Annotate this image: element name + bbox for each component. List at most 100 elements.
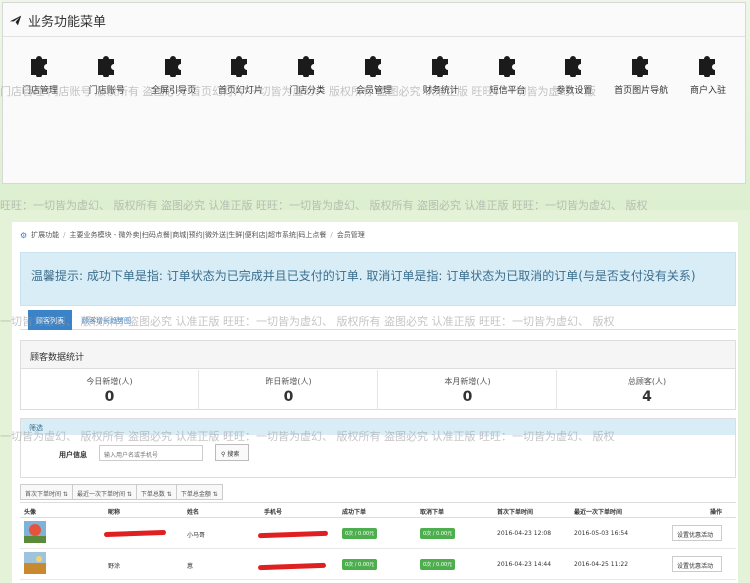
col-header: 昵称: [108, 509, 121, 516]
puzzle-icon: [365, 56, 381, 77]
stat-today: 今日新增(人) 0: [21, 370, 199, 410]
breadcrumb-item[interactable]: 主要业务模块 - 微外卖|扫码点餐|商城|预约|微外送|生鲜|便利店|超市系统|…: [70, 230, 327, 240]
set-promotion-button[interactable]: 设置优惠活动: [672, 525, 722, 541]
first-order-time: 2016-04-23 14:44: [497, 561, 552, 568]
plane-icon: [9, 15, 22, 26]
member-management-panel: ⚙ 扩展功能 / 主要业务模块 - 微外卖|扫码点餐|商城|预约|微外送|生鲜|…: [12, 222, 738, 583]
gear-icon: ⚙: [20, 230, 28, 240]
stat-value: 0: [283, 389, 294, 405]
customer-stats-panel: 顾客数据统计 今日新增(人) 0 昨日新增(人) 0 本月新增(人) 0 总顾客…: [20, 340, 736, 410]
stat-label: 今日新增(人): [86, 377, 133, 386]
menu-item-label: 门店管理: [21, 86, 58, 96]
menu-panel-title-text: 业务功能菜单: [28, 15, 107, 30]
tab-customer-list[interactable]: 顾客列表: [28, 310, 72, 330]
redacted-phone: [257, 562, 327, 571]
menu-item[interactable]: 商户入驻: [675, 53, 741, 96]
menu-item[interactable]: 首页图片导航: [608, 53, 674, 96]
menu-panel-title: 业务功能菜单: [9, 11, 106, 30]
tab-bar: 顾客列表 顾客增长趋势图: [20, 306, 736, 330]
stat-label: 本月新增(人): [444, 377, 491, 386]
menu-item[interactable]: 门店分类: [274, 53, 340, 96]
redacted-nickname: [103, 529, 167, 538]
stat-yesterday: 昨日新增(人) 0: [200, 370, 378, 410]
breadcrumb: ⚙ 扩展功能 / 主要业务模块 - 微外卖|扫码点餐|商城|预约|微外送|生鲜|…: [20, 230, 365, 240]
stat-month: 本月新增(人) 0: [379, 370, 557, 410]
avatar: [24, 521, 46, 543]
table-row: 小马哥 0次 / 0.00元 0次 / 0.00元 2016-04-23 12:…: [20, 518, 736, 549]
search-button[interactable]: ⚲ 搜索: [215, 444, 249, 461]
sort-button-group: 首次下单时间 ⇅ 最近一次下单时间 ⇅ 下单总数 ⇅ 下单总金额 ⇅: [20, 484, 223, 500]
filter-title: 筛选: [21, 419, 735, 435]
sort-first-order-button[interactable]: 首次下单时间 ⇅: [20, 484, 73, 500]
menu-item-label: 首页幻灯片: [217, 86, 263, 96]
breadcrumb-item: 会员管理: [336, 231, 365, 239]
table-row: 野涂 蒽 0次 / 0.00元 0次 / 0.00元 2016-04-23 14…: [20, 549, 736, 580]
tip-text: 温馨提示: 成功下单是指: 订单状态为已完成并且已支付的订单. 取消订单是指: …: [31, 269, 696, 283]
sort-order-count-button[interactable]: 下单总数 ⇅: [135, 484, 177, 500]
menu-item[interactable]: 财务统计: [408, 53, 474, 96]
breadcrumb-separator: /: [63, 231, 66, 239]
menu-item-label: 财务统计: [422, 86, 459, 96]
sort-order-amount-button[interactable]: 下单总金额 ⇅: [175, 484, 223, 500]
stat-value: 0: [104, 389, 115, 405]
stat-value: 0: [462, 389, 473, 405]
stat-label: 昨日新增(人): [265, 377, 312, 386]
set-promotion-button[interactable]: 设置优惠活动: [672, 556, 722, 572]
redacted-phone: [257, 530, 329, 539]
menu-item-label: 商户入驻: [689, 86, 726, 96]
success-orders-badge: 0次 / 0.00元: [342, 528, 378, 539]
menu-item[interactable]: 参数设置: [541, 53, 607, 96]
stats-title: 顾客数据统计: [21, 341, 735, 369]
business-menu-panel: 业务功能菜单 门店管理 门店账号 全屏引导页 首页幻灯片 门店分类 会员管理 财务统计 短信平…: [2, 2, 746, 184]
user-search-input[interactable]: [99, 445, 203, 461]
breadcrumb-item[interactable]: 扩展功能: [31, 230, 59, 240]
col-header: 首次下单时间: [497, 509, 534, 516]
menu-item[interactable]: 门店管理: [7, 53, 73, 96]
sort-last-order-button[interactable]: 最近一次下单时间 ⇅: [71, 484, 137, 500]
stat-value: 4: [642, 389, 652, 405]
cancel-orders-badge: 0次 / 0.00元: [420, 559, 456, 570]
last-order-time: 2016-05-03 16:54: [574, 530, 629, 537]
menu-item[interactable]: 短信平台: [475, 53, 541, 96]
stat-label: 总顾客(人): [627, 377, 667, 386]
puzzle-icon: [431, 56, 448, 77]
col-header: 手机号: [264, 509, 283, 516]
menu-item[interactable]: 首页幻灯片: [207, 53, 273, 96]
first-order-time: 2016-04-23 12:08: [497, 530, 552, 537]
cancel-orders-badge: 0次 / 0.00元: [420, 528, 456, 539]
col-header: 成功下单: [342, 509, 367, 516]
puzzle-icon: [498, 56, 515, 77]
menu-item[interactable]: 会员管理: [341, 53, 407, 96]
stat-total: 总顾客(人) 4: [558, 370, 736, 410]
col-header: 头像: [24, 509, 37, 516]
puzzle-icon: [565, 56, 582, 77]
search-button-label: 搜索: [227, 451, 240, 458]
col-header: 操作: [710, 509, 723, 516]
tab-customer-growth[interactable]: 顾客增长趋势图: [74, 310, 139, 330]
puzzle-icon: [164, 56, 181, 77]
success-orders-badge: 0次 / 0.00元: [342, 559, 378, 570]
avatar: [24, 552, 46, 574]
puzzle-icon: [699, 56, 715, 77]
table-header-row: 头像 昵称 姓名 手机号 成功下单 取消下单 首次下单时间 最近一次下单时间 操…: [20, 502, 736, 518]
col-header: 姓名: [187, 509, 200, 516]
menu-item-label: 参数设置: [556, 86, 593, 96]
nickname-cell: 野涂: [108, 563, 121, 570]
menu-item-label: 全屏引导页: [151, 86, 197, 96]
name-cell: 蒽: [187, 563, 194, 570]
puzzle-icon: [97, 56, 114, 77]
menu-item-label: 会员管理: [355, 86, 392, 96]
menu-grid: 门店管理 门店账号 全屏引导页 首页幻灯片 门店分类 会员管理 财务统计 短信平台 参数设置 首页…: [3, 53, 747, 103]
menu-item[interactable]: 门店账号: [74, 53, 140, 96]
col-header: 最近一次下单时间: [574, 509, 623, 516]
menu-item-label: 短信平台: [489, 86, 526, 96]
divider: [3, 36, 745, 37]
filter-panel: 筛选 用户信息 ⚲ 搜索: [20, 418, 736, 478]
customer-table: 头像 昵称 姓名 手机号 成功下单 取消下单 首次下单时间 最近一次下单时间 操…: [20, 502, 736, 580]
menu-item-label: 门店账号: [88, 86, 125, 96]
tip-alert: 温馨提示: 成功下单是指: 订单状态为已完成并且已支付的订单. 取消订单是指: …: [20, 252, 736, 306]
breadcrumb-separator: /: [330, 231, 333, 239]
menu-item[interactable]: 全屏引导页: [141, 53, 207, 96]
search-icon: ⚲: [221, 451, 226, 458]
puzzle-icon: [632, 56, 649, 77]
